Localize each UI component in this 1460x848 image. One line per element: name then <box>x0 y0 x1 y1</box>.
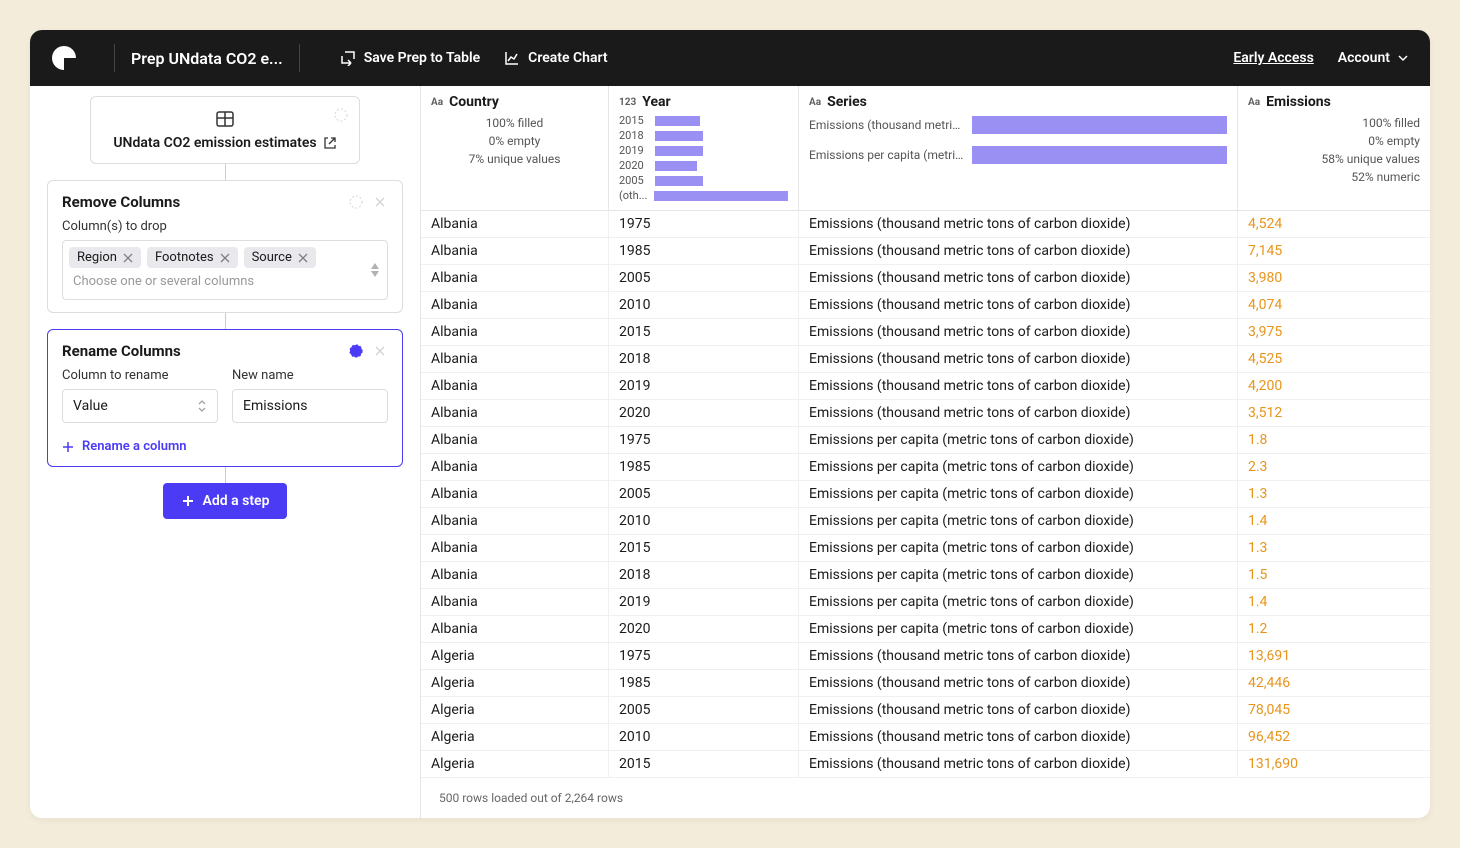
source-card[interactable]: UNdata CO2 emission estimates <box>90 96 360 164</box>
table-row[interactable]: Albania 2020 Emissions per capita (metri… <box>421 616 1430 643</box>
settings-icon[interactable] <box>348 194 364 210</box>
add-step-button[interactable]: Add a step <box>163 483 288 519</box>
dist-bar: (oth... <box>619 189 788 202</box>
field-label: Column to rename <box>62 368 218 383</box>
topbar: Prep UNdata CO2 e... Save Prep to Table … <box>30 30 1430 86</box>
dist-bar: Emissions (thousand metric t... <box>809 116 1227 134</box>
dist-bar: 2019 <box>619 144 788 157</box>
table-row[interactable]: Algeria 1975 Emissions (thousand metric … <box>421 643 1430 670</box>
table-row[interactable]: Albania 1975 Emissions (thousand metric … <box>421 211 1430 238</box>
chip[interactable]: Region <box>69 247 141 268</box>
save-prep-label: Save Prep to Table <box>364 50 480 66</box>
remove-chip-icon[interactable] <box>220 253 230 263</box>
create-chart-label: Create Chart <box>528 50 607 66</box>
create-chart-button[interactable]: Create Chart <box>504 50 607 66</box>
column-headers: AaCountry 100% filled0% empty7% unique v… <box>421 86 1430 211</box>
top-actions: Save Prep to Table Create Chart <box>340 50 608 66</box>
dist-bar: 2005 <box>619 174 788 187</box>
table-row[interactable]: Albania 2018 Emissions per capita (metri… <box>421 562 1430 589</box>
rename-another-button[interactable]: Rename a column <box>62 439 388 454</box>
remove-columns-step: Remove Columns Column(s) to drop Region F… <box>47 180 403 313</box>
chip[interactable]: Source <box>244 247 316 268</box>
chip[interactable]: Footnotes <box>147 247 238 268</box>
type-badge-number: 123 <box>619 97 636 108</box>
table-row[interactable]: Albania 2010 Emissions per capita (metri… <box>421 508 1430 535</box>
table-row[interactable]: Albania 2005 Emissions per capita (metri… <box>421 481 1430 508</box>
app-window: Prep UNdata CO2 e... Save Prep to Table … <box>30 30 1430 818</box>
table-row[interactable]: Albania 2020 Emissions (thousand metric … <box>421 400 1430 427</box>
table-row[interactable]: Albania 2010 Emissions (thousand metric … <box>421 292 1430 319</box>
table-row[interactable]: Albania 1985 Emissions (thousand metric … <box>421 238 1430 265</box>
account-menu[interactable]: Account <box>1338 50 1410 66</box>
table-row[interactable]: Albania 2018 Emissions (thousand metric … <box>421 346 1430 373</box>
column-header-series[interactable]: AaSeries Emissions (thousand metric t...… <box>799 86 1238 210</box>
settings-icon[interactable] <box>333 107 349 123</box>
step-title: Remove Columns <box>62 193 348 211</box>
type-badge-text: Aa <box>431 97 443 108</box>
table-row[interactable]: Albania 1985 Emissions per capita (metri… <box>421 454 1430 481</box>
step-title: Rename Columns <box>62 342 348 360</box>
external-link-icon[interactable] <box>323 136 337 150</box>
settings-icon[interactable] <box>348 343 364 359</box>
table-row[interactable]: Albania 2005 Emissions (thousand metric … <box>421 265 1430 292</box>
rename-columns-step: Rename Columns Column to rename Value Ne… <box>47 329 403 467</box>
table-row[interactable]: Albania 2019 Emissions per capita (metri… <box>421 589 1430 616</box>
type-badge-text: Aa <box>1248 97 1260 108</box>
table-body[interactable]: Albania 1975 Emissions (thousand metric … <box>421 211 1430 818</box>
columns-to-drop-input[interactable]: Region Footnotes Source Choose one or seve… <box>62 240 388 300</box>
row-count-footer: 500 rows loaded out of 2,264 rows <box>431 788 631 808</box>
close-icon[interactable] <box>372 194 388 210</box>
column-to-rename-select[interactable]: Value <box>62 389 218 423</box>
field-label: Column(s) to drop <box>62 219 388 234</box>
field-label: New name <box>232 368 388 383</box>
table-row[interactable]: Algeria 2010 Emissions (thousand metric … <box>421 724 1430 751</box>
table-row[interactable]: Algeria 2005 Emissions (thousand metric … <box>421 697 1430 724</box>
remove-chip-icon[interactable] <box>298 253 308 263</box>
source-title: UNdata CO2 emission estimates <box>113 135 336 151</box>
dist-bar: 2020 <box>619 159 788 172</box>
pipeline-panel: UNdata CO2 emission estimates Remove Col… <box>30 86 420 818</box>
dist-bar: 2015 <box>619 114 788 127</box>
divider <box>299 44 300 72</box>
save-prep-button[interactable]: Save Prep to Table <box>340 50 480 66</box>
dropdown-caret-icon[interactable] <box>371 263 379 277</box>
table-icon <box>105 109 345 129</box>
prep-title: Prep UNdata CO2 e... <box>131 49 283 68</box>
table-row[interactable]: Algeria 1985 Emissions (thousand metric … <box>421 670 1430 697</box>
column-header-emissions[interactable]: AaEmissions 100% filled0% empty58% uniqu… <box>1238 86 1430 210</box>
remove-chip-icon[interactable] <box>123 253 133 263</box>
new-name-input[interactable]: Emissions <box>232 389 388 423</box>
divider <box>114 44 115 72</box>
close-icon[interactable] <box>372 343 388 359</box>
column-header-year[interactable]: 123Year 20152018201920202005(oth... <box>609 86 799 210</box>
chevron-down-icon <box>1396 51 1410 65</box>
dist-bar: 2018 <box>619 129 788 142</box>
data-table: AaCountry 100% filled0% empty7% unique v… <box>420 86 1430 818</box>
connector <box>225 164 226 180</box>
placeholder: Choose one or several columns <box>69 274 258 289</box>
connector <box>225 467 226 483</box>
table-row[interactable]: Albania 2019 Emissions (thousand metric … <box>421 373 1430 400</box>
table-row[interactable]: Albania 2015 Emissions (thousand metric … <box>421 319 1430 346</box>
table-row[interactable]: Albania 2015 Emissions per capita (metri… <box>421 535 1430 562</box>
early-access-link[interactable]: Early Access <box>1233 50 1313 66</box>
connector <box>225 313 226 329</box>
table-row[interactable]: Algeria 2015 Emissions (thousand metric … <box>421 751 1430 778</box>
main-body: UNdata CO2 emission estimates Remove Col… <box>30 86 1430 818</box>
column-header-country[interactable]: AaCountry 100% filled0% empty7% unique v… <box>421 86 609 210</box>
dist-bar: Emissions per capita (metric ... <box>809 146 1227 164</box>
app-logo[interactable] <box>50 44 78 72</box>
table-row[interactable]: Albania 1975 Emissions per capita (metri… <box>421 427 1430 454</box>
account-label: Account <box>1338 50 1390 66</box>
type-badge-text: Aa <box>809 97 821 108</box>
